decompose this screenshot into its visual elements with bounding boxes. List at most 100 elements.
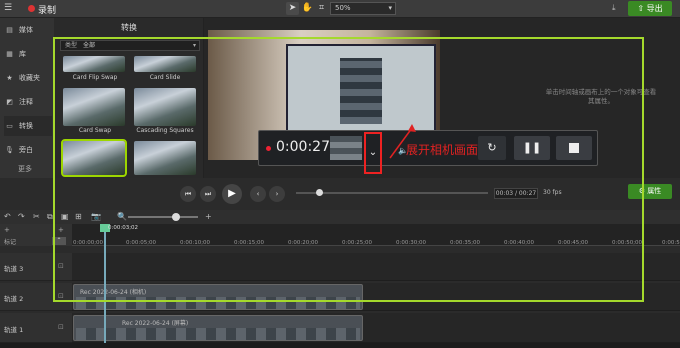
track-name: 轨道 3 bbox=[4, 265, 24, 273]
copy-icon[interactable]: ⧉ bbox=[47, 212, 53, 222]
media-icon: ▤ bbox=[6, 26, 13, 34]
top-toolbar: ☰ 录制 ➤ ✋ ⌗ 50% ▾ ⤓ ⇧ 导出 bbox=[0, 0, 680, 18]
camera-thumbnail[interactable] bbox=[330, 136, 362, 160]
transition-thumb[interactable] bbox=[134, 141, 196, 175]
rail-item-media[interactable]: ▤ 媒体 bbox=[4, 20, 52, 40]
split-icon[interactable]: ⊞ bbox=[75, 212, 82, 221]
pixelated-face bbox=[340, 58, 382, 124]
track-lane-3[interactable] bbox=[72, 253, 680, 281]
scrubber-knob[interactable] bbox=[316, 189, 323, 196]
next-frame-button[interactable]: › bbox=[269, 186, 285, 202]
playback-bar bbox=[0, 178, 680, 210]
time-display: 00:03 / 00:27 bbox=[494, 188, 538, 199]
step-back-button[interactable]: ⏮ bbox=[180, 186, 196, 202]
ruler-tick-label: 0:00:5 bbox=[662, 240, 680, 246]
zoom-search-icon[interactable]: 🔍 bbox=[117, 212, 127, 221]
ruler-tick-label: 0:00:30;00 bbox=[396, 240, 427, 246]
ruler-tick-label: 0:00:35;00 bbox=[450, 240, 481, 246]
step-forward-button[interactable]: ⏭ bbox=[200, 186, 216, 202]
clip-thumbnails bbox=[76, 328, 360, 340]
marker-label: 标记 bbox=[4, 239, 17, 246]
download-icon[interactable]: ⤓ bbox=[612, 3, 616, 13]
screen-clip[interactable]: Rec 2022-06-24 (屏幕) bbox=[73, 315, 363, 341]
play-button[interactable]: ▶ bbox=[222, 184, 242, 204]
ruler-tick-label: 0:00:15;00 bbox=[234, 240, 265, 246]
type-filter-select[interactable]: 类型 全部 ▾ bbox=[60, 40, 200, 51]
panel-title: 转换 bbox=[121, 23, 137, 32]
timeline-zoom-slider[interactable] bbox=[128, 216, 198, 218]
crop-icon[interactable]: ⌗ bbox=[315, 2, 328, 15]
ruler-tick-label: 0:00:40;00 bbox=[504, 240, 535, 246]
track-name: 轨道 1 bbox=[4, 326, 24, 334]
ruler-tick-label: 0:00:45;00 bbox=[558, 240, 589, 246]
export-button[interactable]: ⇧ 导出 bbox=[628, 1, 672, 16]
properties-button[interactable]: ⚙ 属性 bbox=[628, 184, 672, 199]
transition-caption: Card Swap bbox=[78, 127, 112, 134]
rail-item-favorites[interactable]: ★ 收藏夹 bbox=[4, 68, 52, 88]
ruler-tick-label: 0:00:20;00 bbox=[288, 240, 319, 246]
clip-label: Rec 2022-06-24 (屏幕) bbox=[122, 320, 189, 327]
collapse-chevron-icon[interactable]: ⌃ bbox=[52, 237, 66, 245]
recording-time: 0:00:27 bbox=[276, 139, 330, 155]
rail-item-narration[interactable]: 🎙 旁白 bbox=[4, 140, 52, 160]
redo-icon[interactable]: ↷ bbox=[18, 212, 25, 221]
stop-icon bbox=[569, 143, 579, 153]
ruler-tick-label: 0:00:05;00 bbox=[126, 240, 157, 246]
cut-icon[interactable]: ✂ bbox=[33, 212, 40, 221]
timeline-header-left: + + ⌃ 标记 bbox=[0, 224, 72, 246]
prev-frame-button[interactable]: ‹ bbox=[250, 186, 266, 202]
left-rail: ▤ 媒体 ▦ 库 ★ 收藏夹 ◩ 注释 ▭ 转换 🎙 旁白 更多 bbox=[0, 18, 54, 178]
star-icon: ★ bbox=[6, 74, 13, 82]
rail-item-annotations[interactable]: ◩ 注释 bbox=[4, 92, 52, 112]
ruler-tick-label: 0:00:50;00 bbox=[612, 240, 643, 246]
record-button[interactable]: 录制 bbox=[38, 3, 56, 16]
paste-icon[interactable]: ▣ bbox=[61, 212, 69, 221]
ruler-tick-label: 0:00:25;00 bbox=[342, 240, 373, 246]
undo-icon[interactable]: ↶ bbox=[4, 212, 11, 221]
transition-thumb-selected[interactable] bbox=[61, 139, 127, 177]
camera-snapshot-icon[interactable]: 📷 bbox=[91, 212, 101, 221]
timeline-zoom-knob[interactable] bbox=[172, 213, 180, 221]
record-dot-icon bbox=[28, 5, 35, 12]
transition-thumb-card-flip-swap[interactable] bbox=[63, 56, 125, 72]
clip-label: Rec 2022-06-24 (相机) bbox=[80, 289, 147, 296]
pointer-icon[interactable]: ➤ bbox=[286, 2, 299, 15]
timeline-ruler[interactable] bbox=[72, 224, 680, 246]
transition-thumb-card-swap[interactable] bbox=[63, 88, 125, 126]
transition-caption: Card Flip Swap bbox=[72, 74, 118, 81]
camera-clip[interactable]: Rec 2022-06-24 (相机) bbox=[73, 284, 363, 310]
timeline-toolbar bbox=[0, 210, 680, 224]
playback-scrubber[interactable] bbox=[296, 192, 488, 194]
ruler-tick-label: 0:00:10;00 bbox=[180, 240, 211, 246]
fps-label: 30 fps bbox=[543, 189, 562, 196]
stop-recording-button[interactable] bbox=[556, 136, 592, 160]
annotation-text: 展开相机画面 bbox=[406, 143, 479, 157]
expand-camera-chevron-button[interactable]: ⌄ bbox=[364, 132, 382, 174]
track-lock-icon[interactable]: ⊡ bbox=[58, 323, 64, 331]
rail-item-library[interactable]: ▦ 库 bbox=[4, 44, 52, 64]
playhead-time: 0:00:03;02 bbox=[108, 225, 139, 231]
zoom-in-icon[interactable]: + bbox=[205, 212, 212, 221]
track-name: 轨道 2 bbox=[4, 295, 24, 303]
mic-icon: 🎙 bbox=[5, 146, 14, 154]
clip-thumbnails bbox=[76, 297, 360, 309]
playhead-line[interactable] bbox=[104, 224, 106, 348]
add-track-icon[interactable]: + bbox=[4, 226, 10, 234]
library-icon: ▦ bbox=[6, 50, 13, 58]
transition-thumb-cascading-squares[interactable] bbox=[134, 88, 196, 126]
add-marker-icon[interactable]: + bbox=[58, 226, 64, 234]
hand-icon[interactable]: ✋ bbox=[301, 2, 314, 15]
restart-recording-button[interactable]: ↻ bbox=[478, 136, 506, 160]
track-lock-icon[interactable]: ⊡ bbox=[58, 292, 64, 300]
hamburger-menu-icon[interactable]: ☰ bbox=[4, 3, 12, 13]
transition-caption: Card Slide bbox=[149, 74, 181, 81]
pause-recording-button[interactable]: ❚❚ bbox=[514, 136, 550, 160]
rail-item-transitions[interactable]: ▭ 转换 bbox=[4, 116, 52, 136]
bottom-strip bbox=[0, 343, 680, 348]
ruler-tick-label: 0:00:00;00 bbox=[73, 240, 104, 246]
rail-more-link[interactable]: 更多 bbox=[18, 164, 32, 174]
zoom-select[interactable]: 50% ▾ bbox=[330, 2, 396, 15]
transition-thumb-card-slide[interactable] bbox=[134, 56, 196, 72]
track-lock-icon[interactable]: ⊡ bbox=[58, 262, 64, 270]
recording-dot-icon bbox=[266, 146, 271, 151]
